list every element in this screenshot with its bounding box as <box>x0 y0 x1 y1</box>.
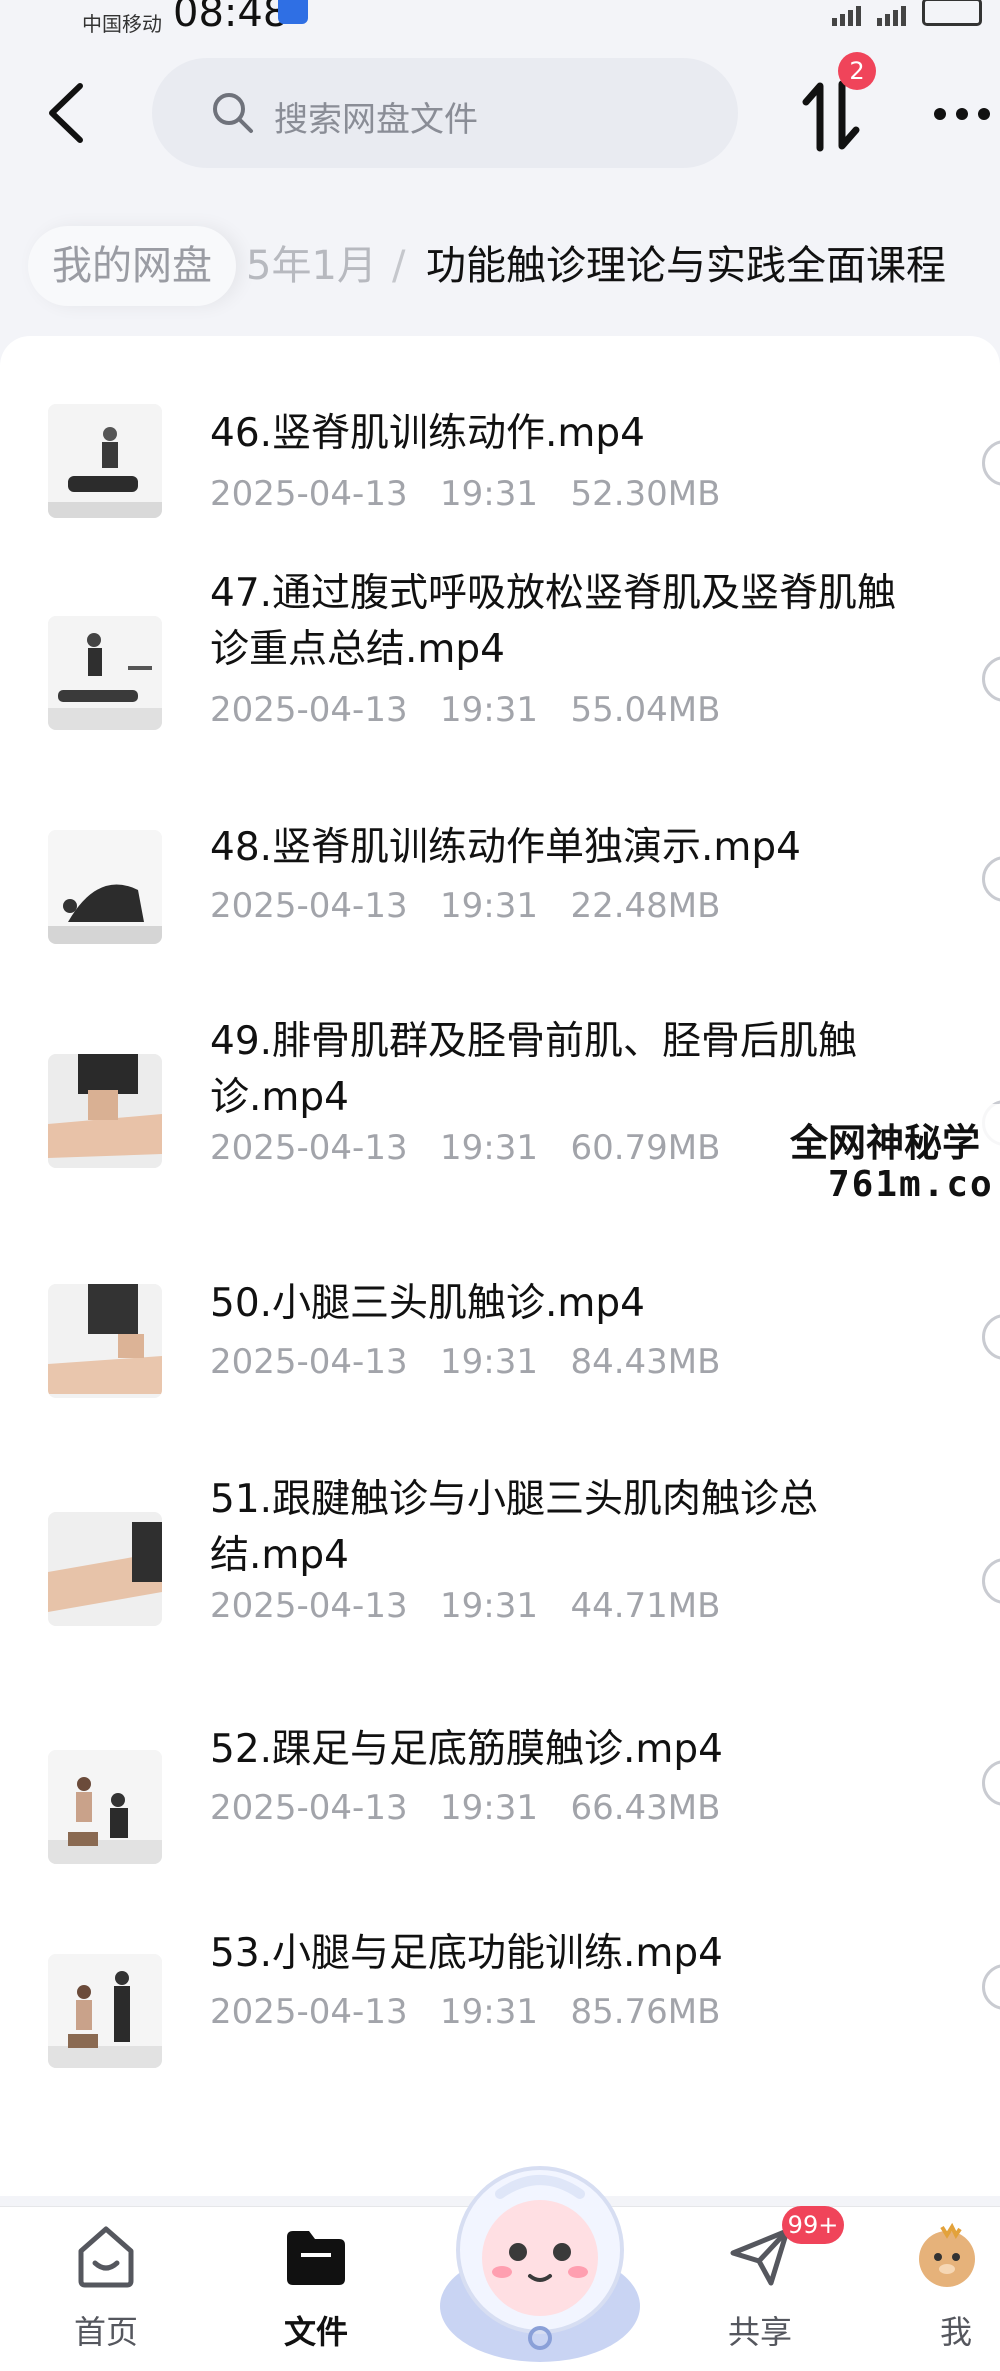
more-options-button[interactable] <box>934 100 994 130</box>
select-checkbox[interactable] <box>982 1760 1000 1806</box>
avatar-icon <box>919 2222 975 2287</box>
carrier-label: 中国移动 <box>82 12 162 36</box>
share-count-badge: 99+ <box>782 2206 844 2244</box>
file-row[interactable]: 51.跟腱触诊与小腿三头肌肉触诊总结.mp4 2025-04-13 19:31 … <box>0 1472 1000 1672</box>
signal-icon <box>832 6 861 26</box>
video-thumbnail <box>48 1054 162 1168</box>
select-checkbox[interactable] <box>982 656 1000 702</box>
video-thumbnail <box>48 1284 162 1398</box>
dot-icon <box>978 108 990 120</box>
breadcrumb-current: 功能触诊理论与实践全面课程 <box>426 243 946 289</box>
file-name: 51.跟腱触诊与小腿三头肌肉触诊总结.mp4 <box>210 1477 819 1578</box>
file-name: 53.小腿与足底功能训练.mp4 <box>210 1931 723 1976</box>
back-button[interactable] <box>40 78 96 148</box>
file-list: 46.竖脊肌训练动作.mp4 2025-04-13 19:31 52.30MB … <box>0 336 1000 2196</box>
file-name: 46.竖脊肌训练动作.mp4 <box>210 411 645 456</box>
app-notification-icon <box>278 0 308 24</box>
status-bar: 中国移动 08:48 <box>0 0 1000 36</box>
video-thumbnail <box>48 1512 162 1626</box>
select-checkbox[interactable] <box>982 1558 1000 1604</box>
file-meta: 2025-04-13 19:31 22.48MB <box>210 886 721 926</box>
breadcrumb-folder[interactable]: 5年1月 <box>246 226 377 306</box>
file-row[interactable]: 46.竖脊肌训练动作.mp4 2025-04-13 19:31 52.30MB <box>0 370 1000 520</box>
select-checkbox[interactable] <box>982 856 1000 902</box>
file-meta: 2025-04-13 19:31 44.71MB <box>210 1586 721 1626</box>
mascot-icon <box>440 2166 640 2362</box>
clock: 08:48 <box>173 0 289 36</box>
search-input[interactable]: 搜索网盘文件 <box>152 58 738 168</box>
breadcrumb: 5年1月 / 功能触诊理论与实践全面课程 我的网盘 <box>0 220 1000 310</box>
watermark-url: 761m.co <box>828 1164 994 1205</box>
nav-mine[interactable]: 我的 <box>882 2221 1000 2361</box>
file-name: 52.踝足与足底筋膜触诊.mp4 <box>210 1727 723 1772</box>
select-checkbox[interactable] <box>982 1964 1000 2010</box>
search-placeholder: 搜索网盘文件 <box>274 100 478 140</box>
dot-icon <box>934 108 946 120</box>
file-meta: 2025-04-13 19:31 85.76MB <box>210 1992 721 2032</box>
breadcrumb-separator: / <box>392 243 406 289</box>
file-row[interactable]: 50.小腿三头肌触诊.mp4 2025-04-13 19:31 84.43MB <box>0 1264 1000 1414</box>
file-row[interactable]: 48.竖脊肌训练动作单独演示.mp4 2025-04-13 19:31 22.4… <box>0 820 1000 960</box>
file-meta: 2025-04-13 19:31 84.43MB <box>210 1342 721 1382</box>
video-thumbnail <box>48 616 162 730</box>
nav-mine-label: 我的 <box>940 2313 973 2361</box>
file-name: 48.竖脊肌训练动作单独演示.mp4 <box>210 825 801 870</box>
file-row[interactable]: 47.通过腹式呼吸放松竖脊肌及竖脊肌触诊重点总结.mp4 2025-04-13 … <box>0 566 1000 766</box>
signal-icon-2 <box>877 6 906 26</box>
battery-icon <box>922 0 982 26</box>
video-thumbnail <box>48 1954 162 2068</box>
file-row[interactable]: 53.小腿与足底功能训练.mp4 2025-04-13 19:31 85.76M… <box>0 1924 1000 2074</box>
search-icon <box>213 93 253 133</box>
transfer-count-badge: 2 <box>838 52 876 90</box>
breadcrumb-root[interactable]: 我的网盘 <box>28 226 236 306</box>
notification-icons <box>278 0 308 24</box>
video-thumbnail <box>48 1750 162 1864</box>
system-icons <box>832 0 982 26</box>
file-name: 50.小腿三头肌触诊.mp4 <box>210 1281 645 1326</box>
file-row[interactable]: 52.踝足与足底筋膜触诊.mp4 2025-04-13 19:31 66.43M… <box>0 1720 1000 1870</box>
file-meta: 2025-04-13 19:31 55.04MB <box>210 690 721 730</box>
folder-icon <box>287 2231 345 2285</box>
home-icon <box>78 2226 134 2288</box>
nav-share-label: 共享 <box>727 2313 792 2351</box>
nav-home[interactable]: 首页 <box>36 2221 176 2361</box>
dot-icon <box>956 108 968 120</box>
nav-files-label: 文件 <box>283 2313 348 2351</box>
file-meta: 2025-04-13 19:31 60.79MB <box>210 1128 721 1168</box>
select-checkbox[interactable] <box>982 1314 1000 1360</box>
file-meta: 2025-04-13 19:31 52.30MB <box>210 474 721 514</box>
nav-files[interactable]: 文件 <box>246 2221 386 2361</box>
file-meta: 2025-04-13 19:31 66.43MB <box>210 1788 721 1828</box>
video-thumbnail <box>48 404 162 518</box>
nav-home-label: 首页 <box>73 2313 138 2351</box>
chevron-left-icon <box>49 83 83 143</box>
video-thumbnail <box>48 830 162 944</box>
file-name: 47.通过腹式呼吸放松竖脊肌及竖脊肌触诊重点总结.mp4 <box>210 571 897 672</box>
assistant-mascot-button[interactable] <box>430 2146 650 2366</box>
watermark-text: 全网神秘学 <box>790 1121 981 1165</box>
select-checkbox[interactable] <box>982 440 1000 486</box>
